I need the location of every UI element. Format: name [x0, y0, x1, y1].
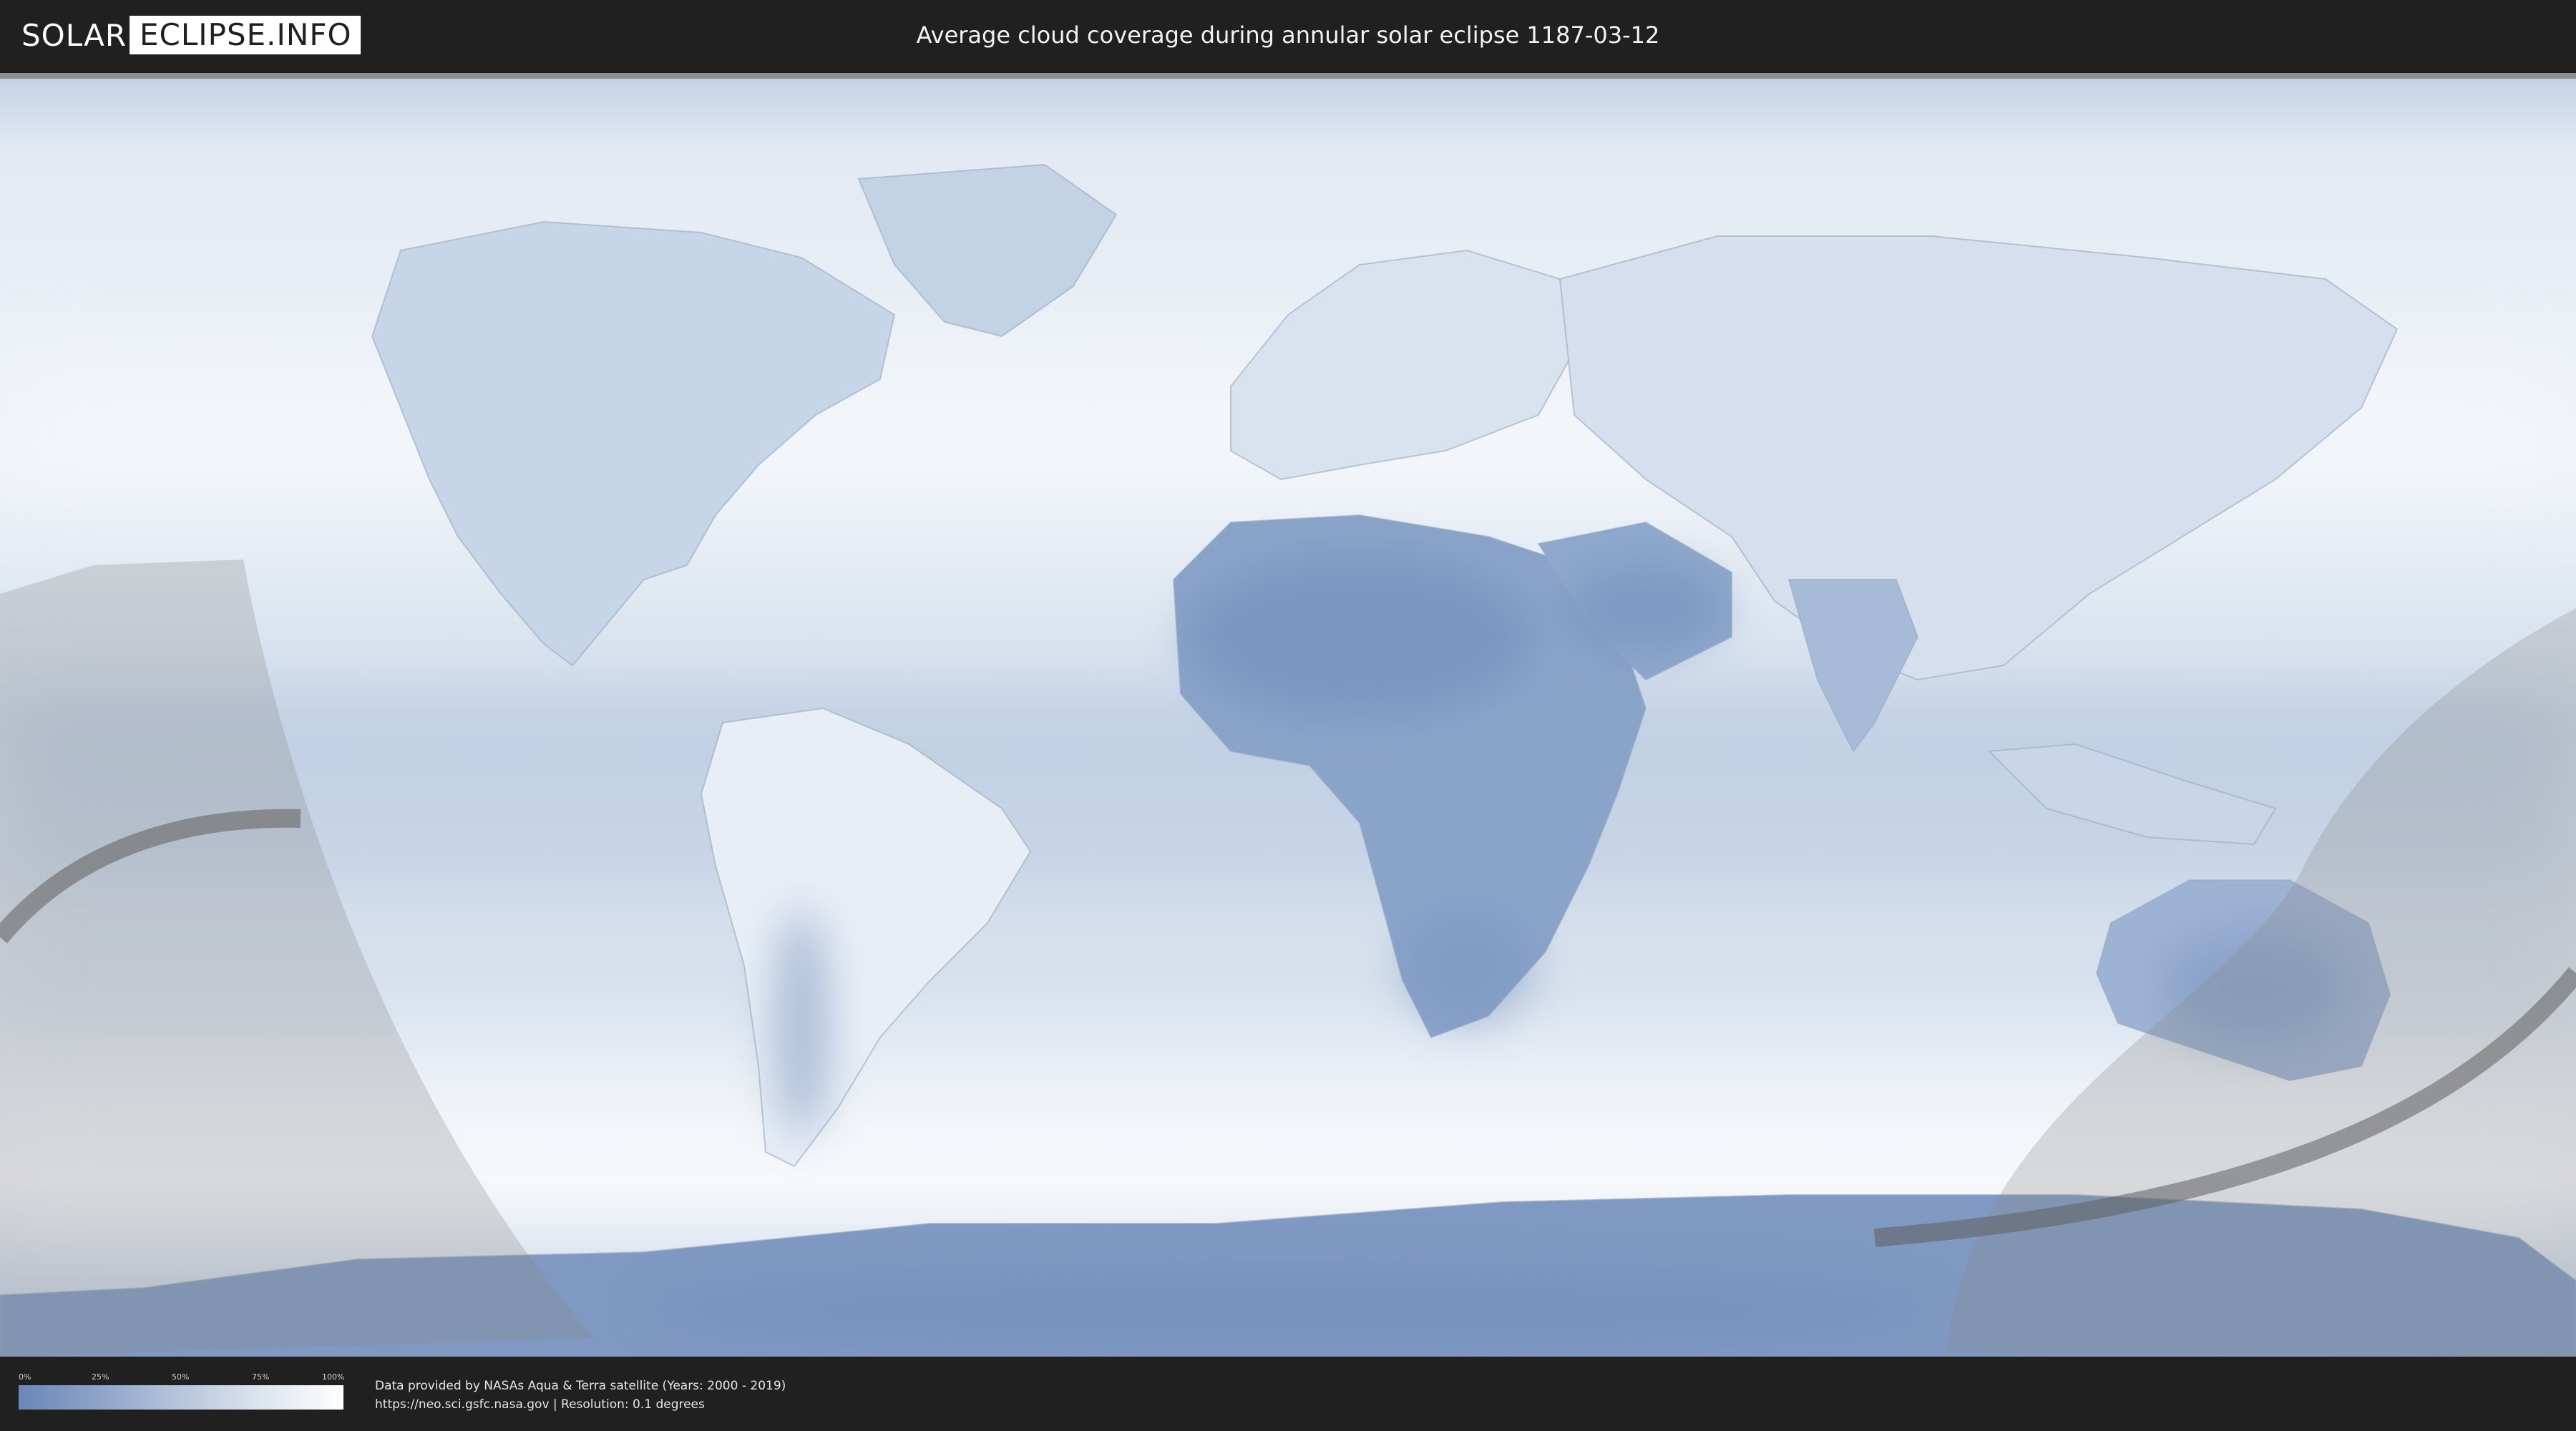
legend-tick-25: 25% [92, 1372, 109, 1382]
credit-line-source: Data provided by NASAs Aqua & Terra sate… [375, 1379, 786, 1393]
footer-bar: 0% 25% 50% 75% 100% Data provided by NAS… [0, 1357, 2576, 1431]
legend-tick-0: 0% [19, 1372, 31, 1382]
credit-line-url[interactable]: https://neo.sci.gsfc.nasa.gov | Resoluti… [375, 1395, 786, 1414]
map-container [0, 73, 2576, 1357]
legend-color-bar [19, 1385, 343, 1410]
legend-tick-75: 75% [252, 1372, 270, 1382]
legend-tick-100: 100% [322, 1372, 345, 1382]
header-bar: SOLAR ECLIPSE.INFO Average cloud coverag… [0, 0, 2576, 72]
cloud-coverage-legend: 0% 25% 50% 75% 100% [19, 1372, 345, 1415]
legend-tick-50: 50% [172, 1372, 190, 1382]
page-title: Average cloud coverage during annular so… [916, 21, 1660, 49]
cloud-coverage-map [0, 79, 2576, 1357]
data-credits: Data provided by NASAs Aqua & Terra sate… [375, 1377, 786, 1414]
